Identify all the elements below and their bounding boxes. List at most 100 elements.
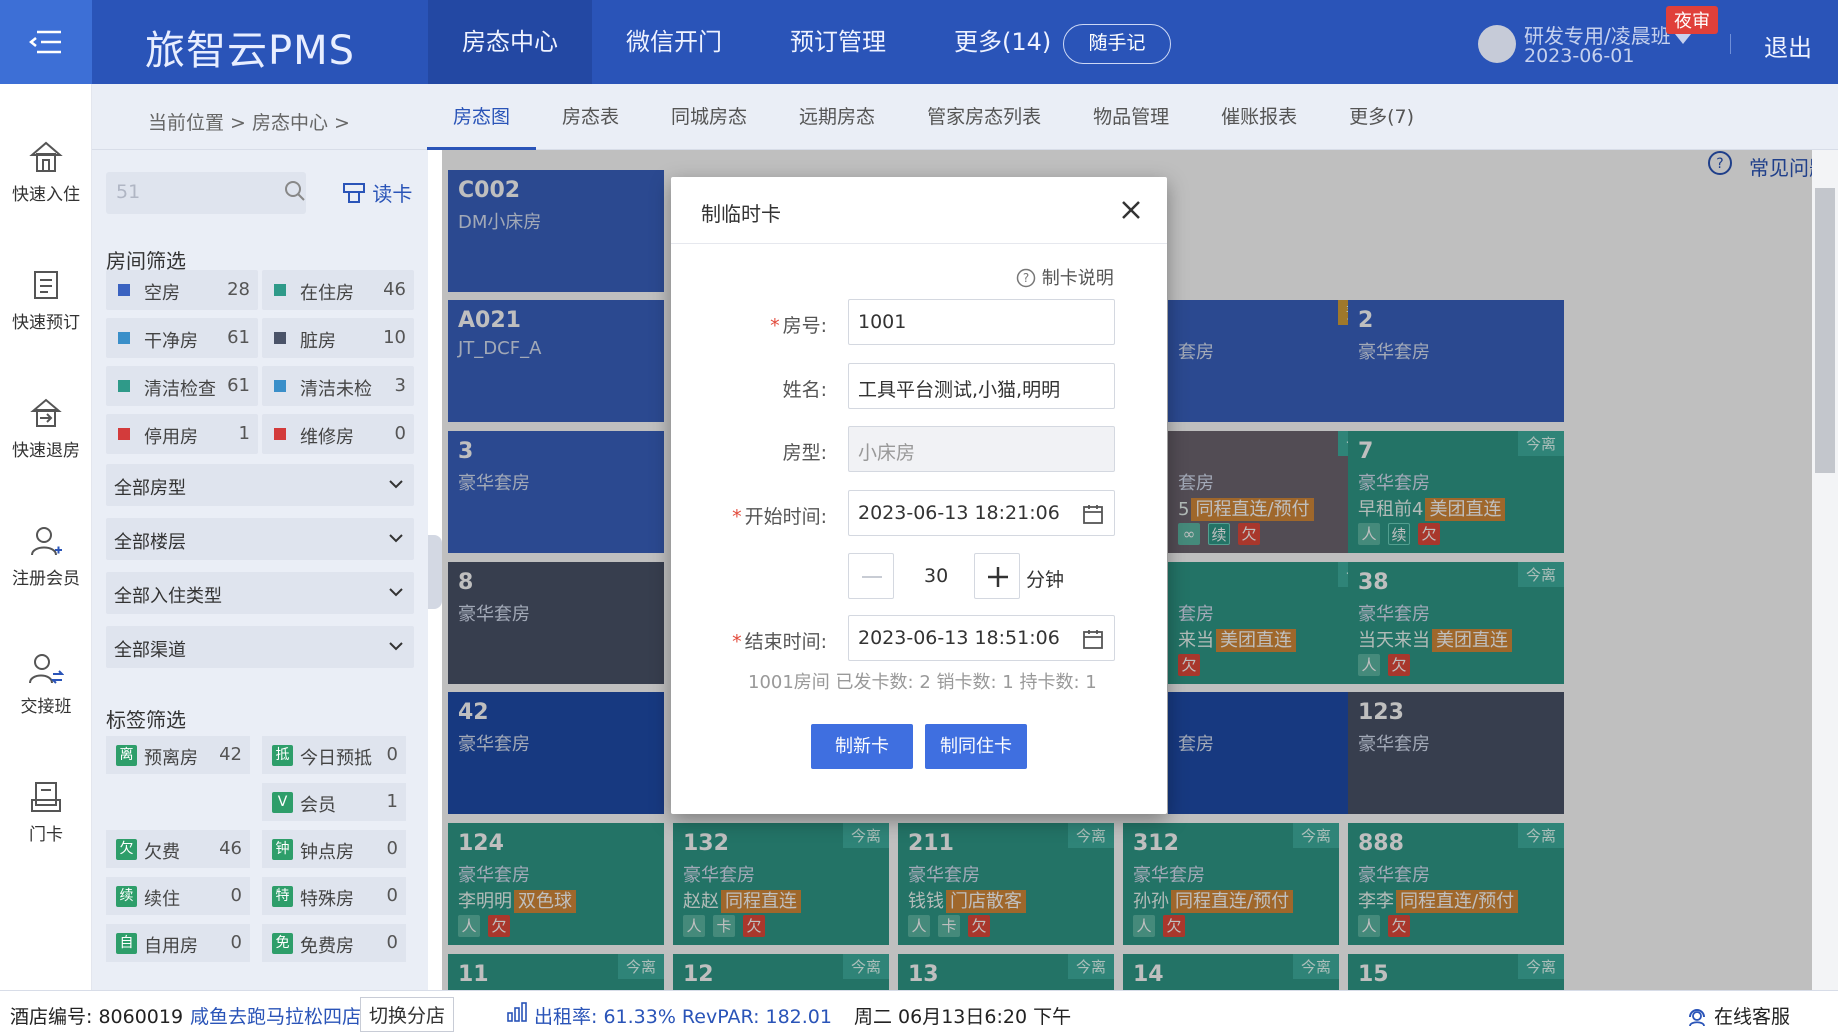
duration-decrease-button[interactable] (848, 553, 894, 599)
tab-city-rooms[interactable]: 同城房态 (645, 84, 773, 150)
chevron-down-icon (389, 480, 403, 489)
handover-icon (29, 654, 64, 684)
calendar-icon[interactable] (1082, 503, 1104, 525)
room-type-select[interactable]: 全部房型 (106, 464, 414, 506)
status-swatch (274, 428, 286, 440)
name-input[interactable]: 工具平台测试,小猫,明明 (848, 363, 1115, 409)
header-divider (1730, 34, 1731, 54)
scrollbar-thumb[interactable] (1815, 188, 1835, 473)
filter-dirty[interactable]: 脏房 10 (262, 318, 414, 358)
room-type-label: 房型: (782, 442, 827, 464)
menu-toggle-button[interactable] (0, 0, 92, 84)
tab-items[interactable]: 物品管理 (1067, 84, 1195, 150)
quick-action-bar: 快速入住 快速预订 快速退房 注册会员 交接班 门卡 (0, 84, 92, 990)
duration-unit: 分钟 (1026, 569, 1065, 591)
tag-filter-title: 标签筛选 (106, 708, 186, 732)
channel-select[interactable]: 全部渠道 (106, 626, 414, 668)
status-swatch (274, 284, 286, 296)
start-time-input[interactable]: 2023-06-13 18:21:06 (848, 490, 1115, 536)
duration-value[interactable]: 30 (924, 565, 948, 587)
status-bar: 酒店编号: 8060019 咸鱼去跑马拉松四店 切换分店 出租率: 61.33%… (0, 990, 1838, 1034)
caret-down-icon (1675, 34, 1691, 44)
shift-handover-label: 交接班 (20, 697, 72, 717)
tag-filter-self-use[interactable]: 自自用房 0 (106, 924, 250, 962)
sub-tabs: 房态图 房态表 同城房态 远期房态 管家房态列表 物品管理 催账报表 更多(7) (427, 84, 1440, 150)
card-help-link[interactable]: ? 制卡说明 (1016, 264, 1114, 290)
status-swatch (118, 380, 130, 392)
quick-checkin-button[interactable]: 快速入住 (0, 140, 92, 205)
dialog-title: 制临时卡 (701, 202, 781, 226)
nav-more[interactable]: 更多(14) (920, 0, 1085, 84)
room-search-input[interactable]: 51 (106, 172, 306, 214)
online-service-button[interactable]: 在线客服 (1686, 1002, 1790, 1029)
register-member-button[interactable]: 注册会员 (0, 524, 92, 589)
tag-filter-extended[interactable]: 续续住 0 (106, 877, 250, 915)
tab-dunning-report[interactable]: 催账报表 (1195, 84, 1323, 150)
quick-checkout-button[interactable]: 快速退房 (0, 396, 92, 461)
menu-icon (29, 30, 61, 54)
sub-header: 当前位置 > 房态中心 > 房态图 房态表 同城房态 远期房态 管家房态列表 物… (92, 84, 1838, 150)
headset-icon (1689, 1009, 1705, 1027)
quick-booking-button[interactable]: 快速预订 (0, 268, 92, 333)
tag-filter-member[interactable]: V 会员 1 (262, 783, 406, 821)
filter-panel: 51 读卡 房间筛选 空房 28 在住房 46 干净房 61 脏房 10 清洁检查 61 … (92, 150, 428, 990)
filter-out-of-service[interactable]: 停用房 1 (106, 414, 258, 454)
plus-icon (988, 567, 1008, 587)
checkin-type-select[interactable]: 全部入住类型 (106, 572, 414, 614)
nav-room-status-center[interactable]: 房态中心 (428, 0, 592, 84)
tag-filter-free[interactable]: 免免费房 0 (262, 924, 406, 962)
filter-clean-checked[interactable]: 清洁检查 61 (106, 366, 258, 406)
svg-text:?: ? (1023, 271, 1029, 285)
dialog-header: 制临时卡 (671, 177, 1167, 244)
tab-room-map[interactable]: 房态图 (427, 84, 537, 150)
make-new-card-button[interactable]: 制新卡 (811, 724, 913, 769)
close-icon[interactable] (1120, 199, 1142, 221)
status-swatch (274, 380, 286, 392)
read-card-button[interactable]: 读卡 (342, 178, 412, 207)
chevron-down-icon (389, 588, 403, 597)
floor-select[interactable]: 全部楼层 (106, 518, 414, 560)
filter-occupied[interactable]: 在住房 46 (262, 270, 414, 310)
logout-button[interactable]: 退出 (1764, 28, 1812, 63)
filter-vacant[interactable]: 空房 28 (106, 270, 258, 310)
shift-handover-button[interactable]: 交接班 (0, 652, 92, 717)
tag-filter-due-out[interactable]: 离预离房 42 (106, 736, 250, 774)
tag-filter-owing[interactable]: 欠欠费 46 (106, 830, 250, 868)
tab-future-rooms[interactable]: 远期房态 (773, 84, 901, 150)
tag-filter-arrival[interactable]: 抵今日预抵 0 (262, 736, 406, 774)
night-audit-badge[interactable]: 夜审 (1666, 6, 1718, 34)
nav-booking[interactable]: 预订管理 (756, 0, 920, 84)
search-icon[interactable] (284, 180, 306, 202)
end-time-input[interactable]: 2023-06-13 18:51:06 (848, 615, 1115, 661)
add-user-icon (31, 527, 62, 556)
calendar-icon[interactable] (1082, 628, 1104, 650)
tab-more[interactable]: 更多(7) (1323, 84, 1440, 150)
door-card-label: 门卡 (29, 825, 63, 845)
room-number-input[interactable]: 1001 (848, 299, 1115, 345)
nav-wechat-door[interactable]: 微信开门 (592, 0, 756, 84)
status-swatch (118, 284, 130, 296)
duration-increase-button[interactable] (974, 553, 1020, 599)
temp-card-dialog: 制临时卡 ? 制卡说明 * 房号: 1001 姓名: 工具平台测试,小猫,明明 房… (671, 177, 1167, 814)
panel-collapse-handle[interactable] (428, 535, 442, 609)
door-card-button[interactable]: 门卡 (0, 780, 92, 845)
room-number-label: * 房号: (770, 315, 827, 337)
tab-room-table[interactable]: 房态表 (536, 84, 645, 150)
make-shared-card-button[interactable]: 制同住卡 (925, 724, 1027, 769)
online-service-label: 在线客服 (1714, 1006, 1791, 1028)
filter-clean-unchecked[interactable]: 清洁未检 3 (262, 366, 414, 406)
hotel-name-link[interactable]: 咸鱼去跑马拉松四店 (190, 1002, 361, 1029)
tag-filter-special[interactable]: 特特殊房 0 (262, 877, 406, 915)
filter-clean[interactable]: 干净房 61 (106, 318, 258, 358)
card-count-info: 1001房间 已发卡数: 2 销卡数: 1 持卡数: 1 (748, 672, 1097, 693)
tag-filter-hourly[interactable]: 钟钟点房 0 (262, 830, 406, 868)
exit-icon (30, 398, 62, 427)
app-logo: 旅智云PMS (145, 28, 356, 74)
quick-booking-label: 快速预订 (12, 313, 80, 333)
filter-maintenance[interactable]: 维修房 0 (262, 414, 414, 454)
switch-branch-button[interactable]: 切换分店 (360, 997, 455, 1032)
tab-housekeeping-list[interactable]: 管家房态列表 (901, 84, 1067, 150)
room-type-input: 小床房 (848, 426, 1115, 472)
memo-button[interactable]: 随手记 (1063, 24, 1171, 64)
top-nav: 房态中心 微信开门 预订管理 更多(14) (428, 0, 1085, 84)
